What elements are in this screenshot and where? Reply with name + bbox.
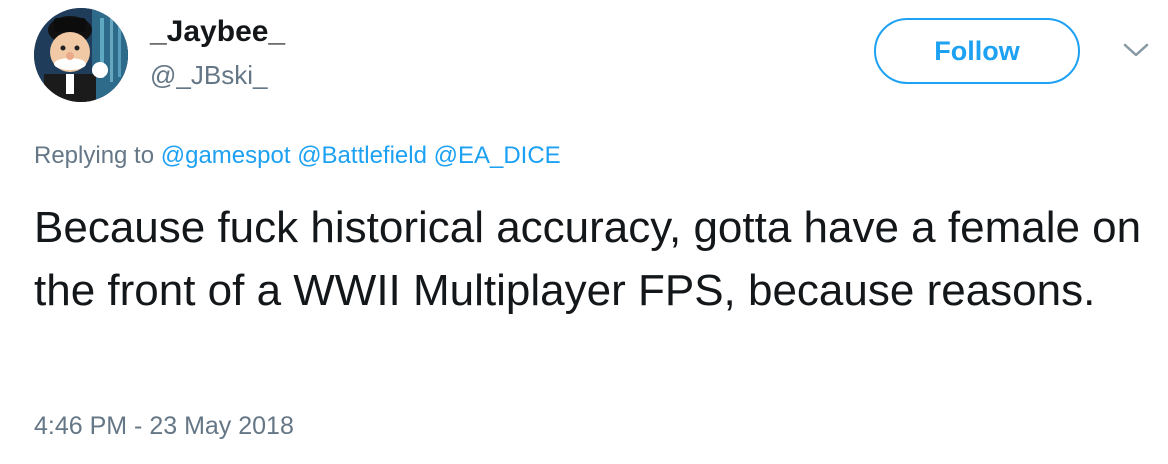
follow-button[interactable]: Follow (874, 18, 1080, 84)
avatar[interactable] (34, 8, 128, 102)
tweet-text: Because fuck historical accuracy, gotta … (34, 203, 1142, 315)
author-block[interactable]: _Jaybee_ @_JBski_ (150, 14, 285, 92)
mention-ea-dice[interactable]: @EA_DICE (434, 142, 561, 169)
tweet-timestamp[interactable]: 4:46 PM - 23 May 2018 (34, 410, 294, 442)
avatar-image (34, 8, 128, 102)
replying-to-label: Replying to (34, 142, 155, 169)
chevron-down-icon[interactable] (1122, 40, 1150, 60)
mention-gamespot[interactable]: @gamespot (161, 142, 291, 169)
username-handle[interactable]: @_JBski_ (150, 58, 285, 92)
display-name[interactable]: _Jaybee_ (150, 14, 285, 50)
mention-battlefield[interactable]: @Battlefield (297, 142, 427, 169)
tweet-card: _Jaybee_ @_JBski_ Follow Replying to @ga… (0, 0, 1168, 464)
reply-context: Replying to @gamespot @Battlefield @EA_D… (34, 140, 561, 172)
